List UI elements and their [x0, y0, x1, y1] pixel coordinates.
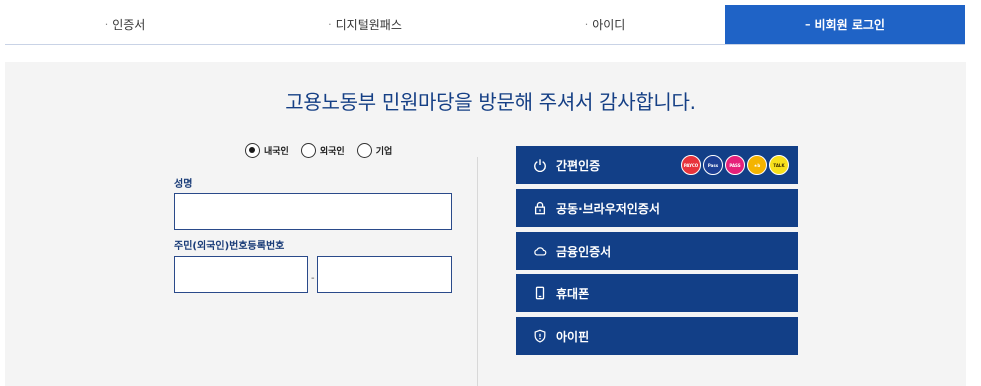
tab-digital-onepass[interactable]: · 디지털원패스: [245, 5, 485, 44]
name-field[interactable]: [174, 193, 452, 230]
ipin-button[interactable]: 아이핀: [516, 317, 798, 355]
power-icon: [533, 158, 547, 172]
kakao-logo: TALK: [769, 155, 789, 175]
rrn-front-field[interactable]: [174, 256, 308, 293]
name-label: 성명: [174, 179, 193, 190]
tab-label: 아이디: [592, 18, 626, 32]
tab-marker: ·: [328, 18, 332, 31]
radio-label: 외국인: [319, 147, 345, 157]
radio-button-selected[interactable]: [245, 143, 260, 158]
radio-foreigner[interactable]: 외국인: [300, 143, 345, 158]
page-title: 고용노동부 민원마당을 방문해 주셔서 감사합니다.: [285, 90, 696, 114]
cloud-icon: [533, 244, 547, 258]
financial-cert-button[interactable]: 금융인증서: [516, 232, 798, 270]
tab-marker: ·: [104, 18, 109, 31]
payco-logo: PAYCO: [681, 155, 701, 175]
radio-label: 내국인: [264, 147, 289, 157]
tab-label: 디지털원패스: [335, 18, 402, 32]
vertical-divider: [477, 157, 478, 386]
rrn-separator: -: [311, 273, 315, 284]
tab-marker: –: [805, 18, 811, 31]
radio-label: 기업: [375, 147, 393, 157]
tab-id[interactable]: · 아이디: [485, 5, 725, 44]
tab-label: 비회원 로그인: [814, 18, 885, 32]
kb-logo: ★b: [747, 155, 767, 175]
rrn-back-field[interactable]: [317, 256, 452, 293]
radio-domestic[interactable]: 내국인: [245, 143, 289, 158]
auth-button-label: 휴대폰: [556, 286, 590, 301]
phone-icon: [533, 286, 547, 300]
pass-logo: PASS: [725, 155, 745, 175]
radio-company[interactable]: 기업: [356, 143, 393, 158]
tab-certificate[interactable]: · 인증서: [5, 5, 245, 44]
shield-icon: [533, 329, 547, 343]
simple-auth-button[interactable]: 간편인증 PAYCO Pass PASS ★b TALK: [516, 146, 798, 184]
rrn-label: 주민(외국인)번호등록번호: [174, 241, 285, 252]
joint-cert-button[interactable]: 공동·브라우저인증서: [516, 189, 798, 227]
mobile-phone-button[interactable]: 휴대폰: [516, 274, 798, 312]
radio-button[interactable]: [356, 143, 372, 158]
auth-button-label: 간편인증: [556, 158, 601, 173]
samsung-pass-logo: Pass: [703, 155, 723, 175]
lock-icon: [533, 201, 547, 215]
tab-marker: ·: [584, 18, 589, 31]
simple-auth-brands: PAYCO Pass PASS ★b TALK: [681, 155, 789, 175]
tab-label: 인증서: [112, 18, 146, 32]
auth-button-label: 금융인증서: [556, 244, 612, 259]
tab-guest-login[interactable]: – 비회원 로그인: [725, 5, 965, 44]
user-type-radio-group: 내국인 외국인 기업: [245, 143, 392, 158]
auth-button-label: 공동·브라우저인증서: [556, 201, 660, 216]
login-tabs: · 인증서 · 디지털원패스 · 아이디 – 비회원 로그인: [5, 5, 965, 45]
guest-login-panel: 고용노동부 민원마당을 방문해 주셔서 감사합니다. 내국인 외국인 기업 성명…: [5, 62, 966, 386]
radio-button[interactable]: [300, 143, 316, 158]
auth-button-label: 아이핀: [556, 329, 590, 344]
